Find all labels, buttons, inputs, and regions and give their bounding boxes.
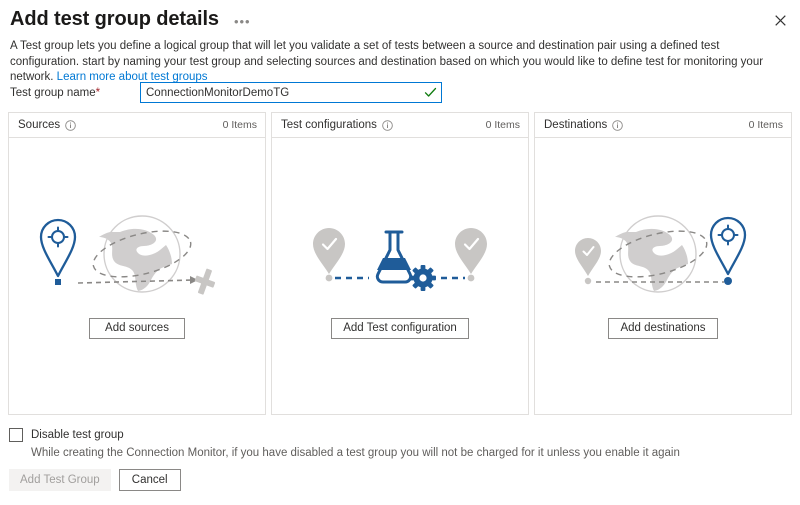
card-test-configurations-body: Add Test configuration (272, 138, 528, 414)
card-sources-count: 0 Items (223, 119, 257, 131)
card-destinations-header: Destinations 0 Items (535, 113, 791, 138)
cancel-button[interactable]: Cancel (119, 469, 181, 491)
info-icon[interactable] (612, 120, 623, 131)
disable-test-group-section: Disable test group While creating the Co… (9, 428, 789, 461)
add-test-group-button[interactable]: Add Test Group (9, 469, 111, 491)
card-sources-body: Add sources (9, 138, 265, 414)
card-destinations: Destinations 0 Items (534, 112, 792, 415)
card-sources: Sources 0 Items (8, 112, 266, 415)
flask-gear-pins-illustration (295, 210, 505, 302)
info-icon[interactable] (382, 120, 393, 131)
disable-test-group-label[interactable]: Disable test group (31, 429, 124, 441)
field-label-text: Test group name (10, 87, 96, 99)
disable-test-group-checkbox[interactable] (9, 428, 23, 442)
panel-header: Add test group details ••• (10, 4, 800, 34)
add-sources-button[interactable]: Add sources (89, 318, 185, 339)
globe-pin-illustration (558, 210, 768, 302)
card-destinations-title: Destinations (544, 119, 607, 131)
test-group-name-input-wrap (140, 82, 442, 103)
footer-actions: Add Test Group Cancel (9, 469, 181, 491)
card-destinations-count: 0 Items (749, 119, 783, 131)
more-options-button[interactable]: ••• (232, 13, 253, 31)
page-title: Add test group details (10, 6, 219, 32)
card-test-configurations-header: Test configurations 0 Items (272, 113, 528, 138)
card-sources-header: Sources 0 Items (9, 113, 265, 138)
required-asterisk: * (96, 87, 100, 99)
test-group-name-row: Test group name* (10, 82, 790, 103)
card-test-configurations-title: Test configurations (281, 119, 377, 131)
disable-checkbox-line: Disable test group (9, 428, 789, 442)
close-icon (775, 15, 786, 26)
panel-description: A Test group lets you define a logical g… (10, 39, 790, 86)
test-group-name-label: Test group name* (10, 87, 140, 99)
card-test-configurations-count: 0 Items (486, 119, 520, 131)
close-button[interactable] (770, 10, 790, 30)
card-sources-title: Sources (18, 119, 60, 131)
add-test-group-panel: Add test group details ••• A Test group … (0, 0, 800, 505)
card-test-configurations: Test configurations 0 Items (271, 112, 529, 415)
add-test-configuration-button[interactable]: Add Test configuration (331, 318, 469, 339)
disable-test-group-help-text: While creating the Connection Monitor, i… (31, 446, 789, 461)
test-group-name-input[interactable] (140, 82, 442, 103)
cards-container: Sources 0 Items (8, 112, 792, 415)
card-destinations-body: Add destinations (535, 138, 791, 414)
pin-globe-cross-illustration (32, 210, 242, 302)
info-icon[interactable] (65, 120, 76, 131)
add-destinations-button[interactable]: Add destinations (608, 318, 717, 339)
